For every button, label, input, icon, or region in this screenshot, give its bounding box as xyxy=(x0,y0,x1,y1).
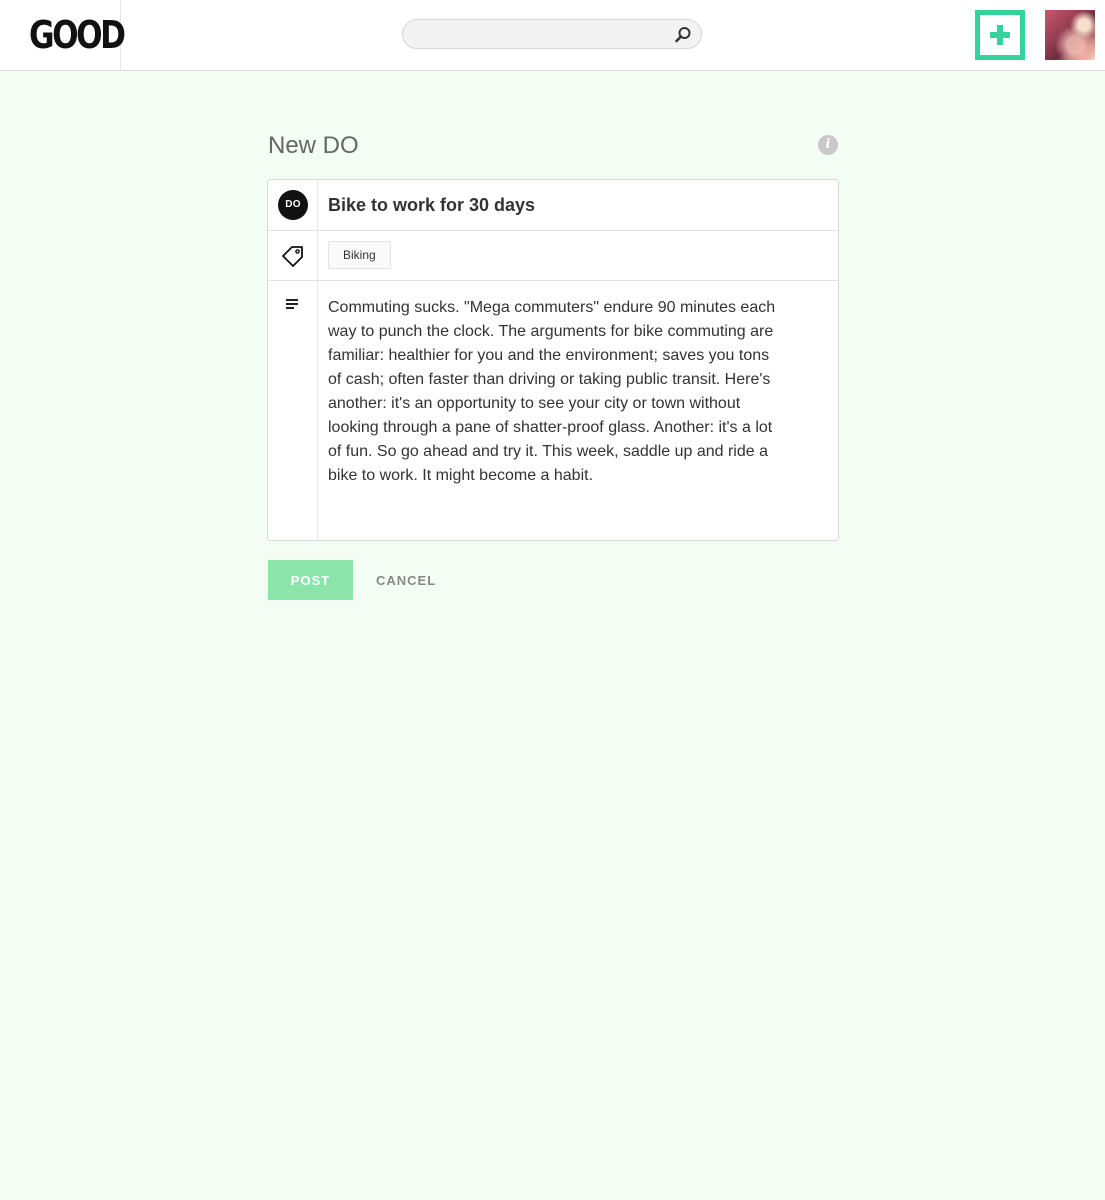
do-badge-icon: DO xyxy=(278,190,308,220)
post-button[interactable]: POST xyxy=(268,560,353,600)
tag-icon xyxy=(282,246,303,267)
tag-chip[interactable]: Biking xyxy=(328,241,391,269)
description-icon-column xyxy=(268,281,318,540)
tags-icon-column xyxy=(268,231,318,280)
new-do-form: DO Biking Commuting sucks. "Mega commute… xyxy=(267,179,839,541)
title-icon-column: DO xyxy=(268,180,318,230)
page-title: New DO xyxy=(268,132,359,159)
info-icon[interactable]: i xyxy=(818,135,838,155)
search-icon[interactable] xyxy=(674,26,692,44)
top-navigation-bar: GOOD xyxy=(0,0,1105,71)
good-logo[interactable]: GOOD xyxy=(29,14,126,56)
add-new-button[interactable] xyxy=(975,10,1025,60)
plus-icon xyxy=(990,25,1010,45)
title-row: DO xyxy=(268,180,838,231)
description-row: Commuting sucks. "Mega commuters" endure… xyxy=(268,281,838,540)
search-bar[interactable] xyxy=(402,19,702,49)
description-field[interactable]: Commuting sucks. "Mega commuters" endure… xyxy=(328,296,778,488)
do-title-field[interactable] xyxy=(328,194,818,216)
logo-container: GOOD xyxy=(0,0,126,70)
tags-row: Biking xyxy=(268,231,838,281)
text-lines-icon xyxy=(286,299,298,309)
cancel-button[interactable]: CANCEL xyxy=(366,560,446,600)
search-input[interactable] xyxy=(417,25,671,45)
user-avatar[interactable] xyxy=(1045,10,1095,60)
